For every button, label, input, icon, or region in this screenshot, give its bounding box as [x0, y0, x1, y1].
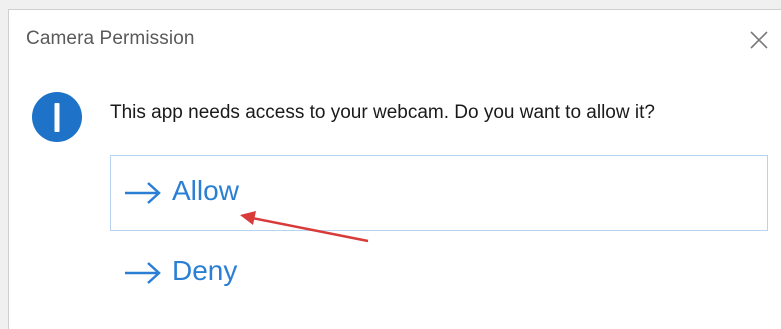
dialog-message: This app needs access to your webcam. Do… — [110, 102, 655, 123]
allow-option-label: Allow — [172, 175, 239, 206]
close-icon — [750, 31, 768, 49]
info-icon — [32, 92, 82, 142]
screen: Camera Permission This app needs access … — [0, 0, 781, 329]
arrow-right-icon — [125, 182, 161, 204]
deny-option-label: Deny — [172, 255, 238, 286]
deny-option-button[interactable]: Deny — [110, 235, 768, 311]
dialog-title: Camera Permission — [26, 28, 195, 49]
allow-option-button[interactable]: Allow — [110, 155, 768, 231]
arrow-right-icon — [125, 262, 161, 284]
close-button[interactable] — [747, 28, 771, 52]
permission-dialog: Camera Permission This app needs access … — [8, 9, 781, 329]
